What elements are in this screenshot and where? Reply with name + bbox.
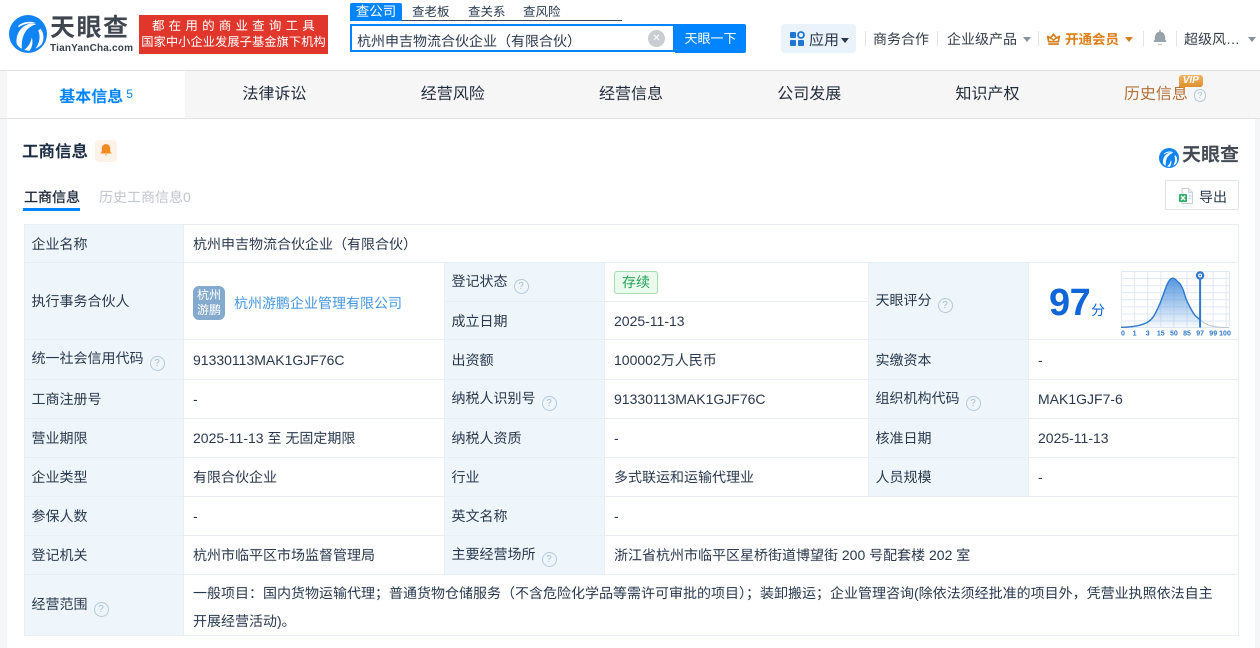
svg-text:3: 3	[1146, 331, 1150, 338]
svg-text:50: 50	[1170, 331, 1178, 338]
svg-text:100: 100	[1219, 331, 1231, 338]
svg-text:97: 97	[1196, 331, 1204, 338]
svg-text:0: 0	[1121, 331, 1125, 338]
svg-text:99: 99	[1209, 331, 1217, 338]
svg-text:1: 1	[1133, 331, 1137, 338]
svg-text:15: 15	[1157, 331, 1165, 338]
svg-text:85: 85	[1183, 331, 1191, 338]
